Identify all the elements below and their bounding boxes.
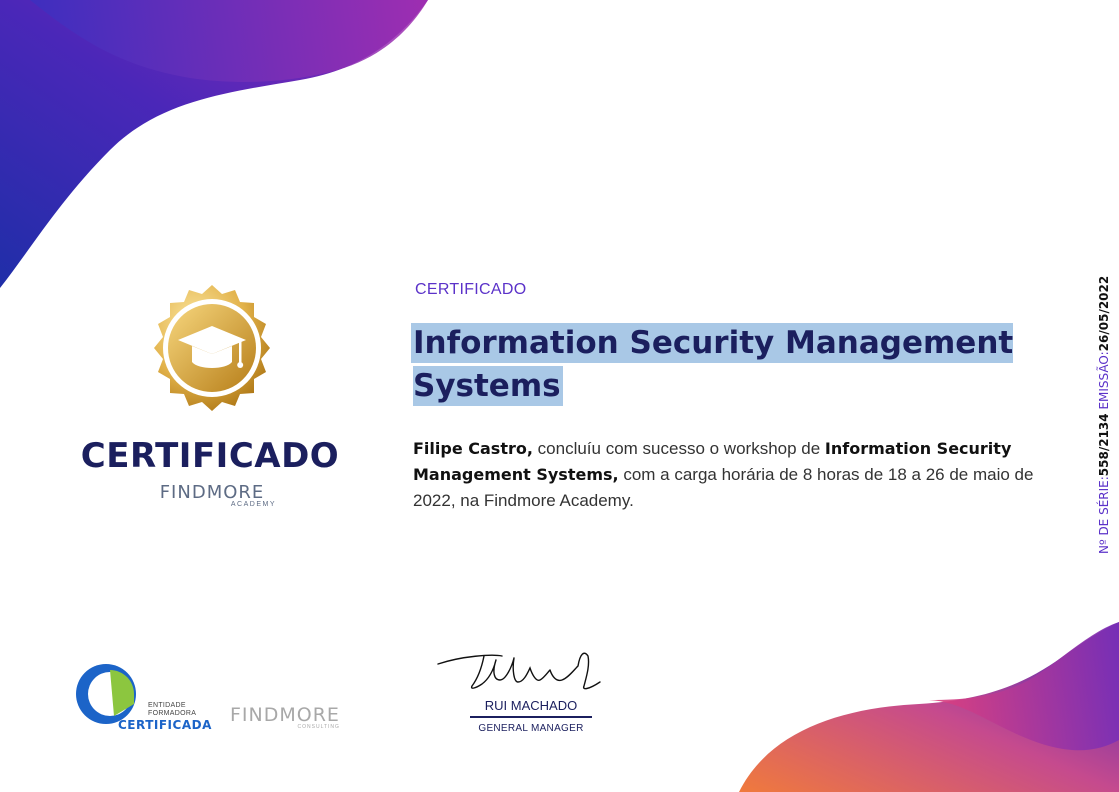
serial-label: Nº DE SÉRIE:: [1097, 476, 1111, 554]
certificate-body: Filipe Castro, concluíu com sucesso o wo…: [413, 436, 1043, 514]
issue-value: 26/05/2022: [1097, 275, 1111, 352]
serial-info: Nº DE SÉRIE:558/2134 EMISSÃO:26/05/2022: [1097, 254, 1117, 554]
findmore-academy-logo: FINDMORE ACADEMY: [144, 482, 280, 508]
gold-seal-badge: [154, 285, 270, 411]
body-text-1: concluíu com sucesso o workshop de: [532, 439, 825, 458]
brand-certificate-word: CERTIFICADO: [80, 436, 340, 476]
academy-brand-name: FINDMORE: [159, 482, 265, 503]
signer-role: GENERAL MANAGER: [478, 723, 584, 734]
decorative-wave-top-left: [0, 0, 428, 288]
certificate-label: CERTIFICADO: [415, 281, 527, 298]
signer-block: RUI MACHADO GENERAL MANAGER: [470, 698, 592, 734]
dgert-certified-word: CERTIFICADA: [118, 718, 212, 732]
decorative-wave-bottom-right: [739, 622, 1119, 792]
findmore-consulting-logo: FINDMORE CONSULTING: [230, 704, 340, 730]
signer-name: RUI MACHADO: [470, 698, 592, 718]
course-title-text: Information Security Management Systems: [413, 325, 1014, 404]
dgert-caption: ENTIDADE FORMADORA: [148, 702, 196, 718]
recipient-name: Filipe Castro,: [413, 439, 533, 458]
issue-label: EMISSÃO:: [1097, 351, 1111, 414]
course-title: Information Security Management Systems: [413, 322, 1033, 408]
serial-value: 558/2134: [1097, 413, 1111, 477]
dgert-line-2: FORMADORA: [148, 710, 197, 717]
dgert-line-1: ENTIDADE: [148, 702, 186, 709]
signature-image: [437, 652, 601, 690]
consulting-brand-name: FINDMORE: [230, 704, 340, 726]
